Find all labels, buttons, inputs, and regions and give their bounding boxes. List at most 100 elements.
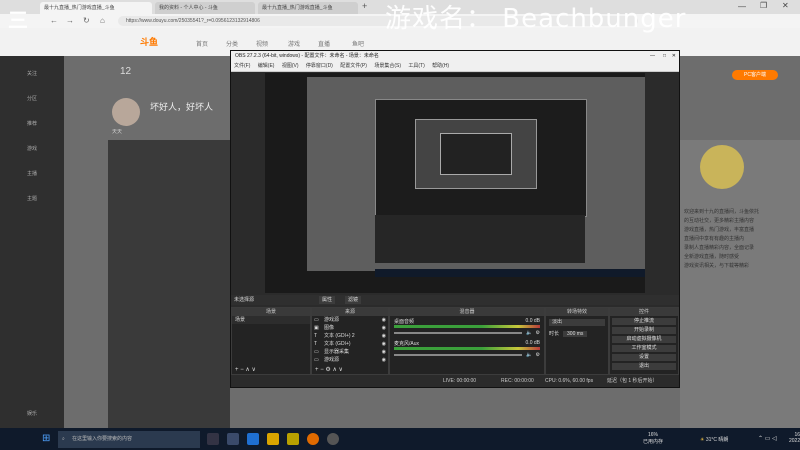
memory-widget[interactable]: 16% 已用内存	[640, 432, 666, 445]
douyu-logo[interactable]: 斗鱼	[140, 35, 158, 48]
speaker-icon[interactable]: 🔈	[526, 352, 532, 358]
menu-tools[interactable]: 工具(T)	[408, 63, 424, 69]
source-item[interactable]: ▭ 显示器采集 ◉	[312, 348, 388, 356]
sidebar-item-streamer[interactable]: 主播	[0, 170, 64, 177]
app-icon[interactable]	[287, 433, 299, 445]
menu-help[interactable]: 帮助(H)	[432, 63, 449, 69]
source-up-icon[interactable]: ∧	[332, 367, 336, 373]
studio-mode-button[interactable]: 工作室模式	[612, 345, 676, 352]
sidebar-item-game[interactable]: 游戏	[0, 145, 64, 152]
windows-start-icon[interactable]: ⊞	[42, 433, 50, 444]
scene-down-icon[interactable]: ∨	[251, 367, 255, 373]
task-view-icon[interactable]	[207, 433, 219, 445]
sidebar-item-category[interactable]: 分区	[0, 95, 64, 102]
minimize-icon[interactable]: —	[738, 2, 746, 11]
nav-home[interactable]: 首页	[196, 39, 208, 48]
sidebar-item-follow[interactable]: 关注	[0, 70, 64, 77]
taskbar-search-box[interactable]: ⌕ 在这里输入你要搜索的内容	[58, 431, 200, 448]
forward-icon[interactable]: →	[66, 16, 74, 25]
filters-button[interactable]: 滤镜	[345, 296, 362, 304]
menu-file[interactable]: 文件(F)	[231, 63, 250, 69]
obs-minimize-icon[interactable]: —	[650, 51, 655, 62]
browser-tab-2[interactable]: 我的资料 - 个人中心 - 斗鱼	[155, 2, 255, 14]
scene-up-icon[interactable]: ∧	[245, 367, 249, 373]
back-icon[interactable]: ←	[50, 16, 58, 25]
eye-icon[interactable]: ◉	[382, 324, 386, 332]
menu-edit[interactable]: 编辑(E)	[258, 63, 275, 69]
menu-profile[interactable]: 配置文件(P)	[340, 63, 367, 69]
scenes-header: 场景	[232, 308, 310, 316]
scene-item[interactable]: 场景	[232, 316, 310, 324]
nav-category[interactable]: 分类	[226, 39, 238, 48]
controls-dock: 控件 停止推流 开始录制 启动虚拟摄像机 工作室模式 设置 退出	[609, 307, 679, 375]
nav-video[interactable]: 视频	[256, 39, 268, 48]
avatar[interactable]	[112, 98, 140, 126]
add-source-icon[interactable]: +	[315, 367, 319, 373]
eye-icon[interactable]: ◉	[382, 348, 386, 356]
remove-scene-icon[interactable]: −	[240, 367, 244, 373]
transitions-dock: 转场特效 淡出 时长 300 ms	[545, 307, 609, 375]
tray-icons[interactable]: ⌃ ▭ ◁	[758, 435, 777, 442]
properties-button[interactable]: 属性	[319, 296, 336, 304]
eye-icon[interactable]: ◉	[382, 340, 386, 348]
obs-taskbar-icon[interactable]	[327, 433, 339, 445]
desc-line: 直播间中享有有趣的主播内	[684, 236, 745, 242]
volume-meter	[394, 347, 540, 350]
gear-icon[interactable]: ⚙	[536, 330, 540, 336]
firefox-icon[interactable]	[307, 433, 319, 445]
eye-icon[interactable]: ◉	[382, 356, 386, 364]
weather-widget[interactable]: ☀ 31°C 晴朗	[700, 436, 728, 443]
source-item[interactable]: ▭ 游戏源 ◉	[312, 316, 388, 324]
gear-icon[interactable]: ⚙	[536, 352, 540, 358]
obs-maximize-icon[interactable]: □	[663, 51, 666, 62]
nav-live[interactable]: 直播	[318, 39, 330, 48]
clock[interactable]: 16 2022	[789, 432, 800, 444]
streamer-name: 坏好人，好坏人	[150, 102, 214, 112]
pc-client-badge[interactable]: PC客户端	[732, 70, 778, 80]
eye-icon[interactable]: ◉	[382, 332, 386, 340]
file-explorer-icon[interactable]	[267, 433, 279, 445]
browser-tab-3[interactable]: 最十九直播_热门游戏直播_斗鱼	[258, 2, 358, 14]
sidebar-item-topic[interactable]: 主题	[0, 195, 64, 202]
volume-slider[interactable]	[394, 354, 523, 356]
virtual-camera-button[interactable]: 启动虚拟摄像机	[612, 336, 676, 343]
nav-game[interactable]: 游戏	[288, 39, 300, 48]
obs-close-icon[interactable]: ✕	[672, 51, 676, 62]
transition-select[interactable]: 淡出	[549, 319, 605, 326]
source-item[interactable]: T 文本 (GDI+) 2 ◉	[312, 332, 388, 340]
settings-button[interactable]: 设置	[612, 354, 676, 361]
new-tab-button[interactable]: +	[362, 1, 367, 11]
widgets-icon[interactable]	[227, 433, 239, 445]
overlay-logo: 三	[8, 8, 28, 32]
eye-icon[interactable]: ◉	[382, 316, 386, 324]
sidebar-item-ent[interactable]: 娱乐	[0, 410, 64, 417]
remove-source-icon[interactable]: −	[320, 367, 324, 373]
menu-scene-collection[interactable]: 场景集合(S)	[374, 63, 401, 69]
start-recording-button[interactable]: 开始录制	[612, 327, 676, 334]
menu-view[interactable]: 视图(V)	[282, 63, 299, 69]
duration-input[interactable]: 300 ms	[563, 330, 588, 337]
close-icon[interactable]: ✕	[782, 1, 789, 10]
obs-preview[interactable]	[265, 73, 645, 293]
add-scene-icon[interactable]: +	[235, 367, 239, 373]
search-icon: ⌕	[62, 436, 65, 442]
source-down-icon[interactable]: ∨	[339, 367, 343, 373]
exit-button[interactable]: 退出	[612, 363, 676, 370]
text-icon: T	[314, 341, 318, 347]
maximize-icon[interactable]: ❐	[760, 1, 767, 10]
desc-line: 游戏直播，热门游戏，丰富直播	[684, 227, 755, 233]
home-icon[interactable]: ⌂	[100, 16, 105, 25]
menu-docks[interactable]: 停靠窗口(D)	[306, 63, 333, 69]
source-settings-icon[interactable]: ⚙	[325, 367, 330, 373]
source-item[interactable]: T 文本 (GDI+) ◉	[312, 340, 388, 348]
reload-icon[interactable]: ↻	[83, 16, 90, 25]
source-item[interactable]: ▣ 图像 ◉	[312, 324, 388, 332]
speaker-icon[interactable]: 🔈	[526, 330, 532, 336]
volume-slider[interactable]	[394, 332, 523, 334]
nav-fishbar[interactable]: 鱼吧	[352, 39, 364, 48]
browser-tab-1[interactable]: 最十九直播_热门游戏直播_斗鱼	[40, 2, 152, 14]
stop-streaming-button[interactable]: 停止推流	[612, 318, 676, 325]
source-item[interactable]: ▭ 游戏源 ◉	[312, 356, 388, 364]
edge-icon[interactable]	[247, 433, 259, 445]
sidebar-item-recommend[interactable]: 推荐	[0, 120, 64, 127]
